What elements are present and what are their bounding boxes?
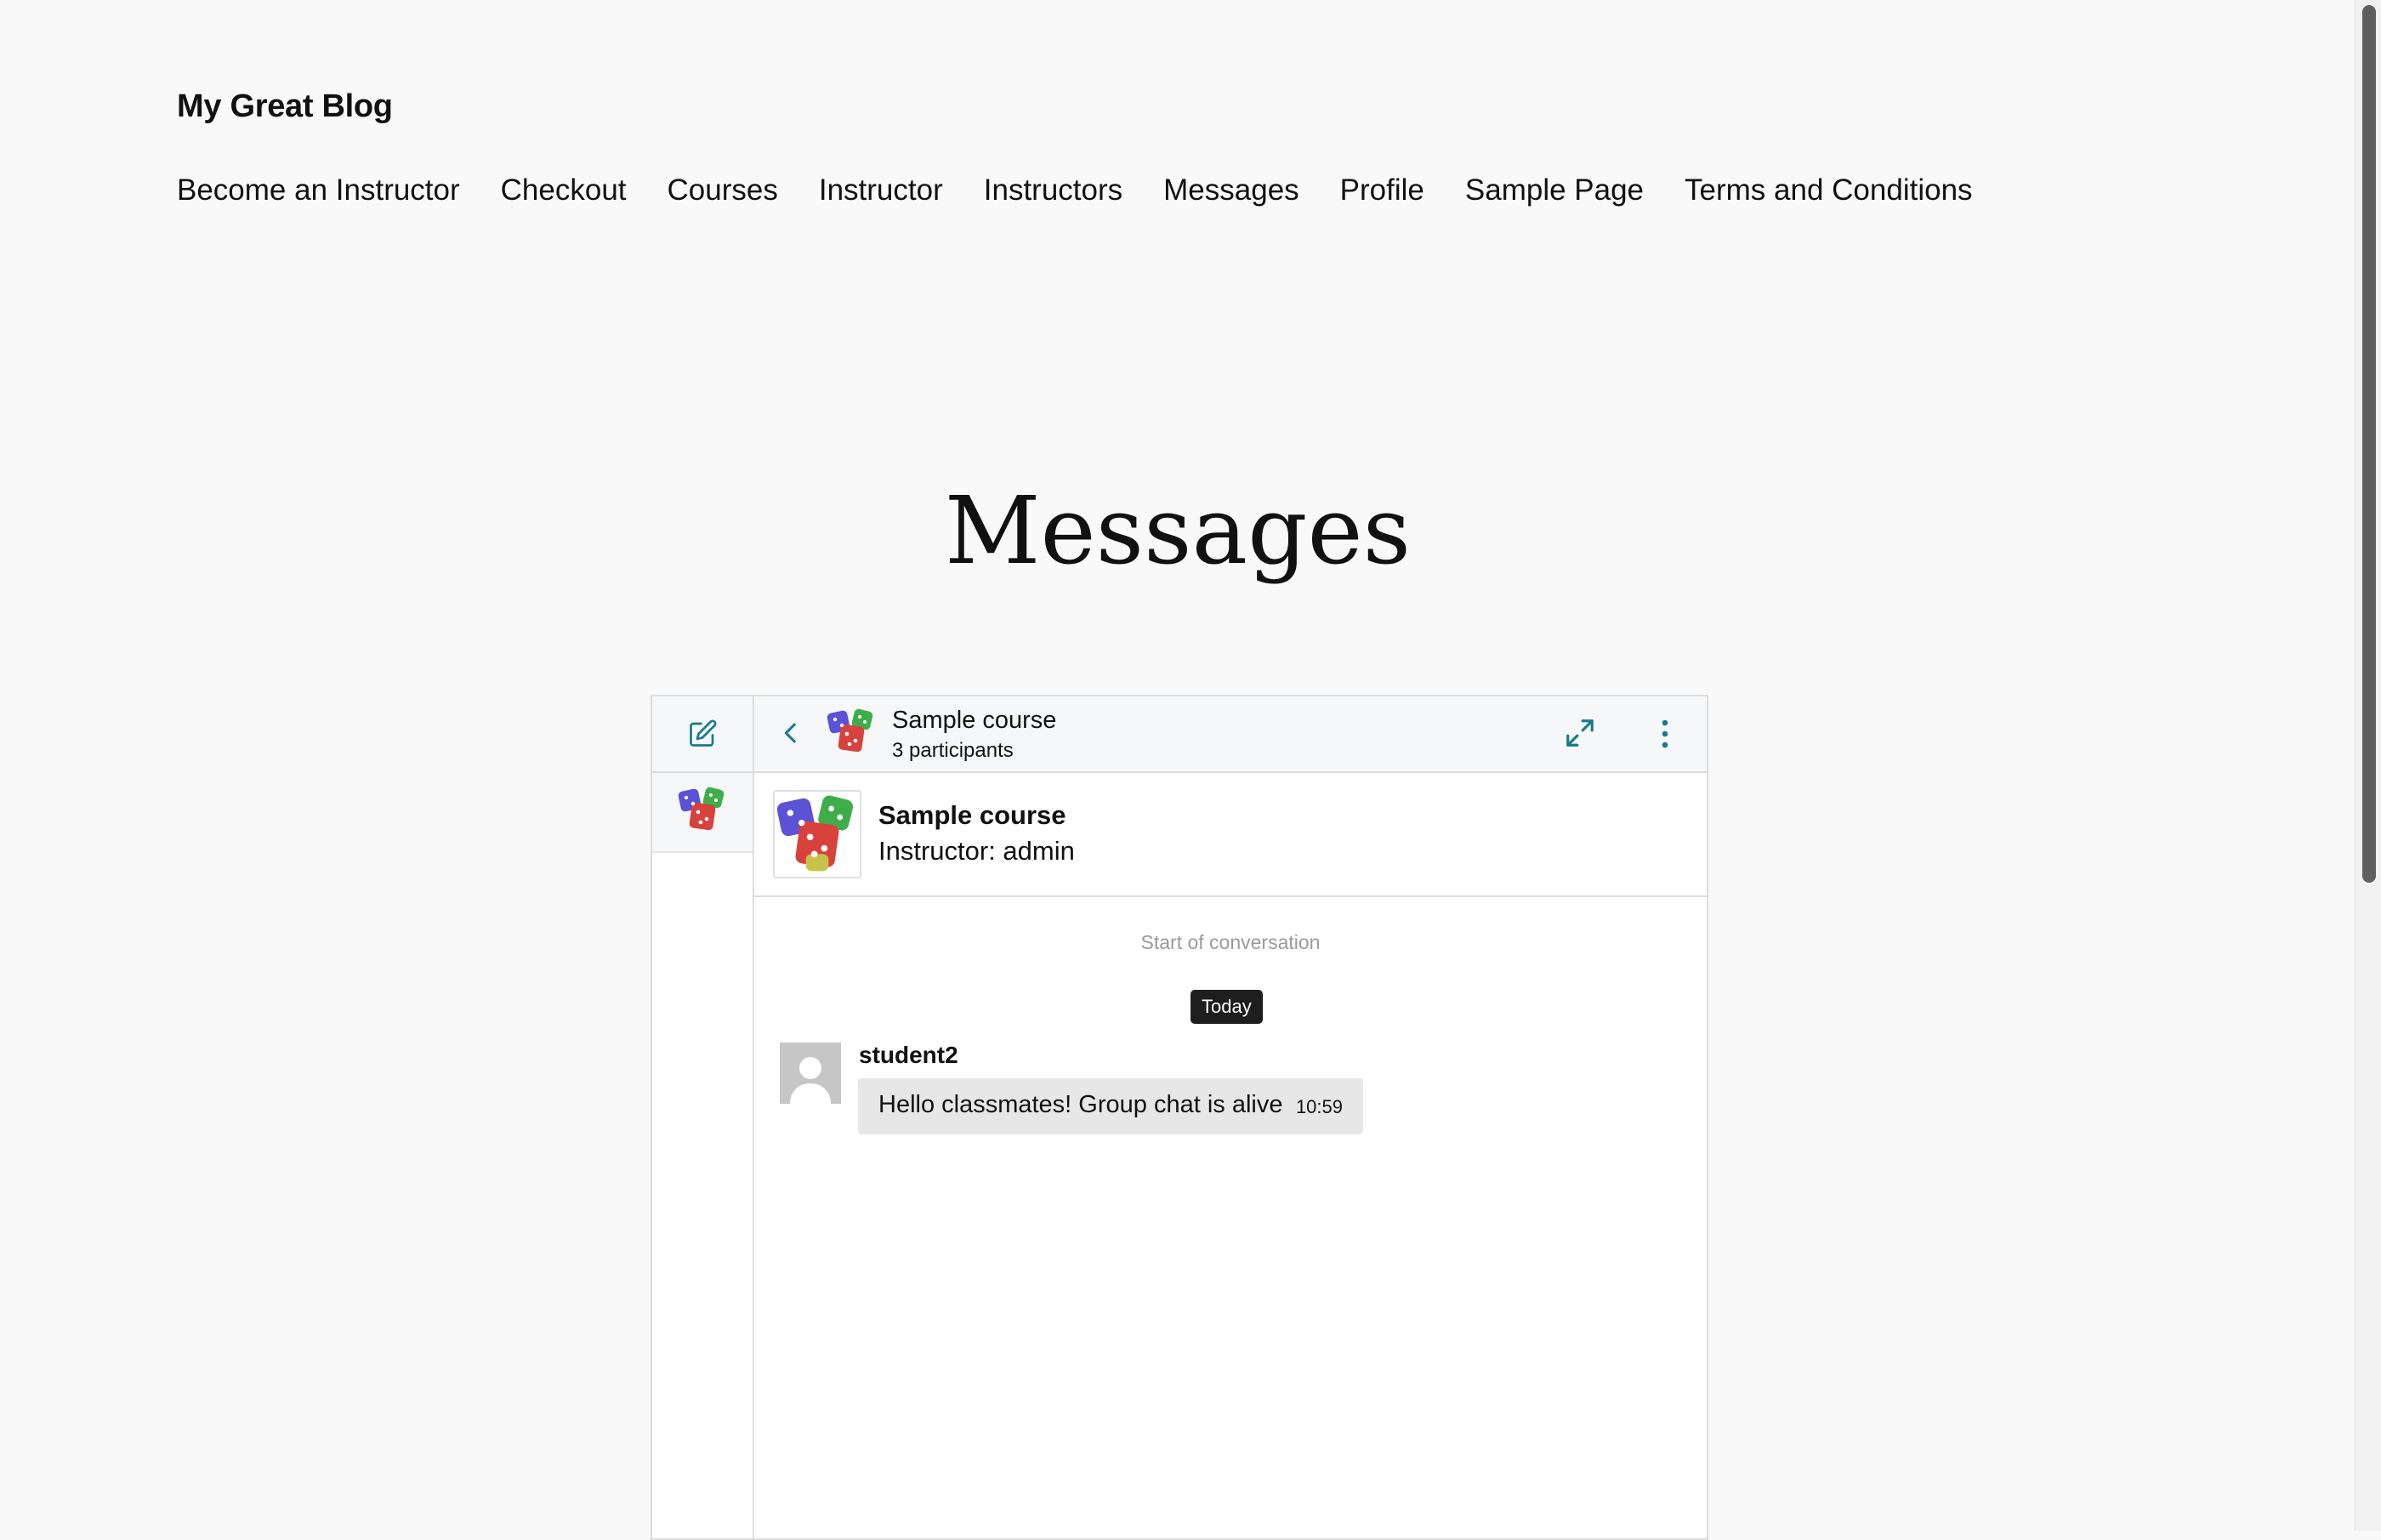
course-instructor: Instructor: admin xyxy=(878,836,1075,866)
nav-item-become-an-instructor[interactable]: Become an Instructor xyxy=(177,173,460,207)
message-time: 10:59 xyxy=(1295,1096,1343,1117)
back-icon[interactable] xyxy=(776,719,805,752)
page-scrollbar[interactable] xyxy=(2355,0,2381,1531)
compose-area xyxy=(652,696,753,773)
messaging-app: Sample course 3 participants Sample cour… xyxy=(651,695,1708,1540)
conversation-item-sample-course[interactable] xyxy=(652,773,753,853)
page-title: Messages xyxy=(944,476,1412,585)
nav-item-messages[interactable]: Messages xyxy=(1163,173,1299,207)
message-bubble: Hello classmates! Group chat is alive 10… xyxy=(858,1078,1363,1134)
dice-icon xyxy=(677,785,728,840)
avatar xyxy=(780,1043,841,1104)
scrollbar-thumb[interactable] xyxy=(2362,5,2376,883)
nav-item-profile[interactable]: Profile xyxy=(1340,173,1424,207)
expand-icon[interactable] xyxy=(1564,717,1596,753)
start-of-conversation-label: Start of conversation xyxy=(1140,931,1321,953)
nav-item-sample-page[interactable]: Sample Page xyxy=(1465,173,1644,207)
course-image[interactable] xyxy=(773,790,861,878)
primary-nav: Become an Instructor Checkout Courses In… xyxy=(177,173,2014,207)
conversation-sidebar xyxy=(652,696,754,1538)
day-separator-badge: Today xyxy=(1190,990,1263,1024)
message-sender: student2 xyxy=(859,1042,958,1068)
nav-item-terms-and-conditions[interactable]: Terms and Conditions xyxy=(1685,173,1973,207)
site-title[interactable]: My Great Blog xyxy=(177,88,393,125)
chat-header: Sample course 3 participants xyxy=(754,696,1707,773)
compose-icon[interactable] xyxy=(687,719,718,749)
conversation-title[interactable]: Sample course xyxy=(892,707,1056,735)
nav-item-checkout[interactable]: Checkout xyxy=(501,173,627,207)
course-name[interactable]: Sample course xyxy=(878,800,1066,831)
kebab-menu-icon[interactable] xyxy=(1657,717,1673,755)
course-info-panel: Sample course Instructor: admin xyxy=(754,773,1707,897)
nav-item-instructors[interactable]: Instructors xyxy=(984,173,1122,207)
message-text: Hello classmates! Group chat is alive xyxy=(878,1091,1283,1118)
nav-item-courses[interactable]: Courses xyxy=(668,173,778,207)
nav-item-instructor[interactable]: Instructor xyxy=(819,173,943,207)
group-avatar-dice-icon xyxy=(826,707,877,762)
participants-count: 3 participants xyxy=(892,739,1014,762)
